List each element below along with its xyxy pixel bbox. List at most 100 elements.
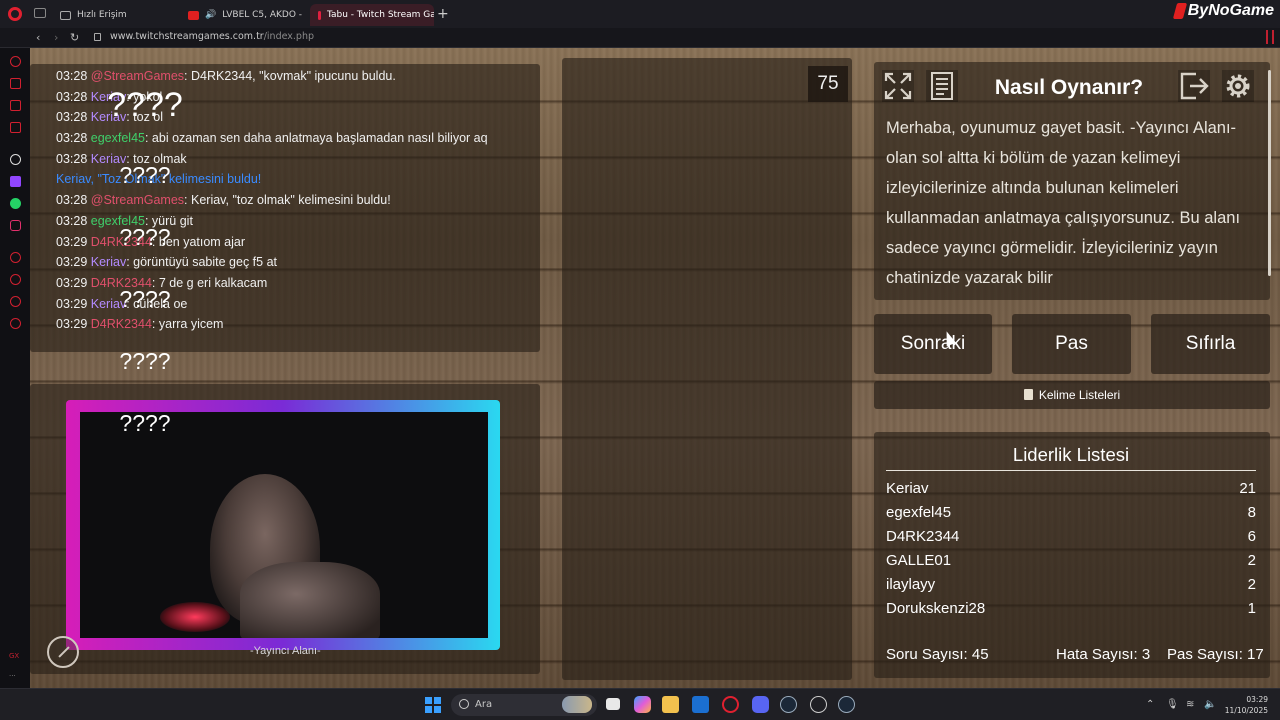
player-name: ilaylayy xyxy=(886,576,936,593)
workspaces-icon[interactable] xyxy=(34,8,46,18)
copilot-icon[interactable] xyxy=(634,696,651,713)
word-lists-button[interactable]: Kelime Listeleri xyxy=(874,381,1270,409)
windows-start-icon[interactable] xyxy=(425,697,441,713)
words-panel xyxy=(562,58,852,680)
browser-tab-bar: Hızlı Erişim 🔊 LVBEL C5, AKDO - CC Tabu … xyxy=(0,0,1280,28)
chat-username[interactable]: egexfel45 xyxy=(91,131,145,145)
main-word: ???? xyxy=(107,86,183,124)
taboo-word: ???? xyxy=(119,410,171,436)
discord-icon[interactable] xyxy=(752,696,769,713)
player-name: GALLE01 xyxy=(886,552,952,569)
sidebar-history-icon[interactable] xyxy=(10,274,21,285)
player-name: Keriav xyxy=(886,480,929,497)
howto-text: Merhaba, oyunumuz gayet basit. -Yayıncı … xyxy=(886,119,1241,287)
bynogame-logo: ByNoGame xyxy=(1172,2,1274,20)
chat-username[interactable]: @StreamGames xyxy=(91,193,184,207)
timer: 75 xyxy=(808,66,848,102)
sidebar-toggle-icon[interactable] xyxy=(1266,30,1274,44)
tab-label: Tabu - Twitch Stream Gam xyxy=(327,10,434,20)
chat-time: 03:29 xyxy=(56,255,88,270)
wifi-icon[interactable]: ≋ xyxy=(1186,699,1194,710)
next-button[interactable]: Sonraki xyxy=(874,314,992,374)
chat-text: : abi ozaman sen daha anlatmaya başlamad… xyxy=(144,131,488,146)
forward-icon[interactable]: › xyxy=(54,31,58,44)
player-score: 21 xyxy=(1239,480,1256,497)
howto-title: Nasıl Oynanır? xyxy=(994,76,1144,99)
chat-time: 03:29 xyxy=(56,317,88,332)
chat-time: 03:28 xyxy=(56,131,88,146)
back-icon[interactable]: ‹ xyxy=(36,31,40,44)
chat-username[interactable]: Keriav xyxy=(91,255,126,269)
player-score: 2 xyxy=(1247,552,1256,569)
chat-message: 03:28 @StreamGames: Keriav, "toz olmak" … xyxy=(56,190,536,211)
chat-username[interactable]: @StreamGames xyxy=(91,69,184,83)
chat-message: 03:29 D4RK2344: yarra yicem xyxy=(56,314,536,335)
more-icon[interactable]: ··· xyxy=(9,672,16,680)
tab-quick-access[interactable]: Hızlı Erişim xyxy=(52,4,172,26)
tab-label: Hızlı Erişim xyxy=(77,10,127,20)
tab-youtube[interactable]: 🔊 LVBEL C5, AKDO - CC xyxy=(180,4,304,26)
volume-icon[interactable]: 🔈 xyxy=(1204,699,1216,710)
webcam-video xyxy=(80,412,488,638)
tab-accent-icon xyxy=(318,10,321,20)
search-highlight-icon[interactable] xyxy=(562,696,592,713)
gx-label: GX xyxy=(9,652,20,660)
sidebar-clock-icon[interactable] xyxy=(10,252,21,263)
task-view-icon[interactable] xyxy=(606,698,620,710)
tab-tabu[interactable]: Tabu - Twitch Stream Gam xyxy=(310,4,434,26)
file-explorer-icon[interactable] xyxy=(662,696,679,713)
youtube-icon xyxy=(188,10,199,20)
chat-time: 03:28 xyxy=(56,69,88,83)
settings-gear-icon[interactable] xyxy=(1220,68,1256,104)
pen-icon[interactable] xyxy=(47,636,79,668)
reset-button[interactable]: Sıfırla xyxy=(1151,314,1270,374)
steam-icon[interactable] xyxy=(780,696,797,713)
exit-icon[interactable] xyxy=(1176,68,1212,104)
taskbar-clock[interactable]: 03:29 11/10/2025 xyxy=(1225,694,1268,716)
streamer-area-label: -Yayıncı Alanı- xyxy=(250,645,321,657)
clock-time: 03:29 xyxy=(1246,695,1268,704)
url-field[interactable]: www.twitchstreamgames.com.tr/index.php xyxy=(110,31,314,42)
chat-username[interactable]: D4RK2344 xyxy=(91,317,152,331)
leaderboard-row: Dorukskenzi28 1 xyxy=(886,600,1256,624)
chat-text: : Keriav, "toz olmak" kelimesini buldu! xyxy=(184,193,391,208)
taboo-word: ???? xyxy=(119,286,171,312)
webcam-light xyxy=(160,602,230,632)
player-name: Dorukskenzi28 xyxy=(886,600,986,617)
opera-gx-icon[interactable] xyxy=(722,696,739,713)
player-score: 2 xyxy=(1247,576,1256,593)
pass-button[interactable]: Pas xyxy=(1012,314,1131,374)
new-tab-button[interactable]: + xyxy=(437,6,449,22)
windows-taskbar: Ara ⌃ 🎙 ≋ 🔈 03:29 11/10/2025 xyxy=(0,688,1280,720)
leaderboard-row: GALLE01 2 xyxy=(886,552,1256,576)
microphone-icon[interactable]: 🎙 xyxy=(1166,699,1179,710)
reload-icon[interactable]: ↻ xyxy=(70,31,79,44)
chat-message: 03:28 @StreamGames: D4RK2344, "kovmak" i… xyxy=(56,66,536,87)
tab-label: LVBEL C5, AKDO - CC xyxy=(222,10,304,20)
fullscreen-icon[interactable] xyxy=(880,68,916,104)
tray-chevron-icon[interactable]: ⌃ xyxy=(1146,699,1154,710)
leaderboard-row: ilaylayy 2 xyxy=(886,576,1256,600)
opera-menu-icon[interactable] xyxy=(8,7,22,21)
chat-message: 03:29 Keriav: görüntüyü sabite geç f5 at xyxy=(56,252,536,273)
address-bar: ‹ › ↻ www.twitchstreamgames.com.tr/index… xyxy=(0,28,1280,48)
player-score: 8 xyxy=(1247,504,1256,521)
question-count: Soru Sayısı: 45 xyxy=(886,646,989,663)
sidebar-settings-icon[interactable] xyxy=(10,318,21,329)
steam-2-icon[interactable] xyxy=(838,696,855,713)
player-name: egexfel45 xyxy=(886,504,952,521)
chat-time: 03:28 xyxy=(56,193,88,208)
chat-text: : görüntüyü sabite geç f5 at xyxy=(126,255,277,270)
pass-count: Pas Sayısı: 17 xyxy=(1167,646,1264,663)
app-icon[interactable] xyxy=(810,696,827,713)
webcam-hand xyxy=(240,562,380,638)
taboo-word: ???? xyxy=(119,224,171,250)
outlook-icon[interactable] xyxy=(692,696,709,713)
sidebar-ai-icon[interactable] xyxy=(10,56,21,67)
taboo-word: ???? xyxy=(119,162,171,188)
player-score: 1 xyxy=(1247,600,1256,617)
howto-scrollbar[interactable] xyxy=(1268,70,1271,276)
grid-icon xyxy=(60,10,71,20)
sidebar-whatsapp-icon[interactable] xyxy=(10,198,21,209)
leaderboard-row: Keriav 21 xyxy=(886,480,1256,504)
